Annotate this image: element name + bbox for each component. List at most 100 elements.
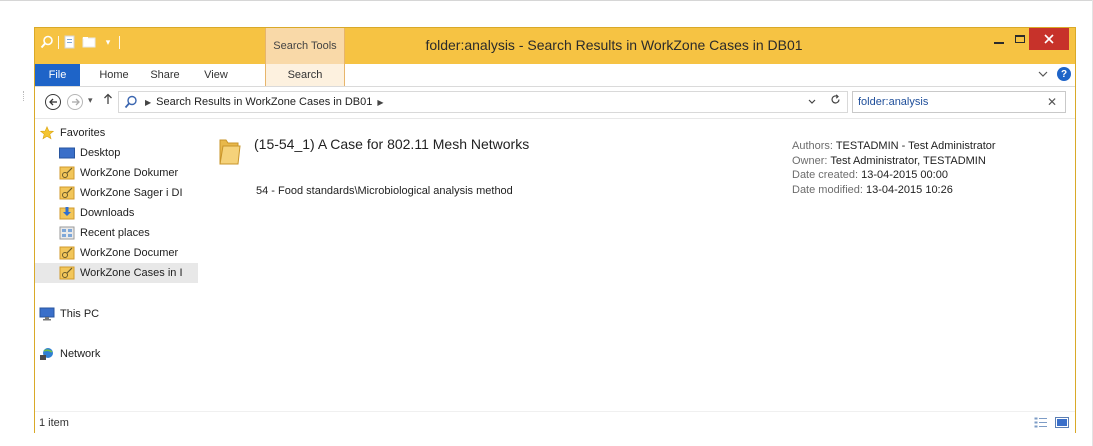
search-box[interactable]: ✕: [852, 91, 1066, 113]
sidebar-item-workzone-cases[interactable]: WorkZone Cases in I: [35, 263, 198, 283]
sidebar-item-downloads[interactable]: Downloads: [59, 203, 210, 223]
navigation-pane[interactable]: Favorites Desktop WorkZone Dokumer WorkZ…: [35, 119, 200, 411]
address-bar[interactable]: ▶ Search Results in WorkZone Cases in DB…: [118, 91, 848, 113]
result-path: 54 - Food standards\Microbiological anal…: [256, 185, 513, 197]
quick-access-toolbar: ▾: [39, 34, 120, 50]
qat-separator: [58, 35, 59, 49]
close-button[interactable]: [1029, 28, 1069, 50]
refresh-icon[interactable]: [830, 94, 841, 108]
date-created-value: 13-04-2015 00:00: [861, 169, 948, 181]
result-title[interactable]: (15-54_1) A Case for 802.11 Mesh Network…: [254, 136, 529, 152]
expand-ribbon-chevron-icon[interactable]: [1037, 67, 1049, 81]
screenshot-canvas: ▾ Search Tools folder:analysis - Search …: [0, 0, 1093, 446]
ribbon-tab-bar: File Home Share View Search ?: [35, 64, 1075, 87]
title-bar[interactable]: ▾ Search Tools folder:analysis - Search …: [35, 28, 1075, 64]
tab-home[interactable]: Home: [91, 64, 137, 86]
favorites-star-icon: [39, 125, 55, 141]
frame-border-top: [0, 0, 1093, 1]
sidebar-item-label: WorkZone Dokumer: [80, 167, 179, 179]
back-arrow-icon: [48, 98, 57, 106]
details-view-icon[interactable]: [1034, 416, 1048, 428]
search-results-icon: [122, 93, 140, 111]
minimize-icon: [994, 42, 1004, 44]
owner-value: Test Administrator, TESTADMIN: [830, 154, 986, 167]
customize-qat-icon[interactable]: ▾: [100, 34, 116, 50]
search-quick-icon[interactable]: [39, 34, 55, 50]
tab-view[interactable]: View: [195, 64, 237, 86]
qat-separator: [119, 35, 120, 49]
close-icon: [1044, 34, 1054, 44]
breadcrumb[interactable]: Search Results in WorkZone Cases in DB01: [156, 96, 372, 108]
workzone-icon: [59, 165, 75, 181]
up-button[interactable]: [103, 93, 113, 108]
downloads-icon: [59, 205, 75, 221]
search-tools-context-header: Search Tools: [265, 28, 345, 64]
forward-button[interactable]: [67, 94, 83, 110]
new-folder-icon[interactable]: [81, 34, 97, 50]
large-icons-view-icon[interactable]: [1055, 416, 1069, 428]
content-area: Favorites Desktop WorkZone Dokumer WorkZ…: [35, 119, 1075, 411]
favorites-label: Favorites: [60, 127, 106, 139]
list-item[interactable]: (15-54_1) A Case for 802.11 Mesh Network…: [214, 129, 1054, 209]
folder-icon: [218, 137, 242, 165]
result-metadata: Authors: TESTADMIN - Test Administrator …: [792, 139, 996, 197]
sidebar-item-workzone-sager[interactable]: WorkZone Sager i DI: [59, 183, 210, 203]
explorer-window: ▾ Search Tools folder:analysis - Search …: [34, 27, 1076, 434]
network-icon: [39, 346, 55, 362]
tab-file[interactable]: File: [35, 64, 80, 86]
sidebar-item-label: WorkZone Cases in I: [80, 267, 183, 279]
recent-locations-chevron-icon[interactable]: ▾: [88, 95, 93, 106]
sidebar-item-label: Network: [60, 348, 101, 360]
sidebar-item-workzone-dokumenter[interactable]: WorkZone Dokumer: [59, 163, 210, 183]
breadcrumb-chevron-icon[interactable]: ▶: [377, 98, 383, 107]
date-created-label: Date created:: [792, 169, 859, 181]
resize-guide: [23, 91, 25, 101]
view-switcher: [1034, 416, 1069, 428]
owner-label: Owner:: [792, 154, 828, 167]
workzone-icon: [59, 185, 75, 201]
sidebar-item-workzone-documents[interactable]: WorkZone Documer: [59, 243, 210, 263]
tab-share[interactable]: Share: [141, 64, 189, 86]
forward-arrow-icon: [71, 98, 80, 106]
desktop-icon: [59, 145, 75, 161]
date-created-row: Date created: 13-04-2015 00:00: [792, 168, 996, 183]
sidebar-item-this-pc[interactable]: This PC: [39, 304, 99, 324]
sidebar-item-network[interactable]: Network: [39, 344, 100, 364]
date-modified-row: Date modified: 13-04-2015 10:26: [792, 183, 996, 198]
help-icon[interactable]: ?: [1057, 67, 1071, 81]
owner-row: Owner: Test Administrator, TESTADMIN: [792, 154, 996, 169]
date-modified-label: Date modified:: [792, 183, 863, 196]
sidebar-item-recent-places[interactable]: Recent places: [59, 223, 210, 243]
address-history-chevron-icon[interactable]: [808, 95, 816, 107]
status-bar: 1 item: [35, 411, 1075, 434]
back-button[interactable]: [45, 94, 61, 110]
sidebar-item-desktop[interactable]: Desktop: [59, 143, 210, 163]
sidebar-item-label: WorkZone Documer: [80, 247, 179, 259]
breadcrumb-chevron-icon[interactable]: ▶: [145, 98, 151, 107]
properties-icon[interactable]: [62, 34, 78, 50]
search-input[interactable]: [858, 96, 1038, 108]
authors-value: TESTADMIN - Test Administrator: [835, 140, 996, 152]
item-count: 1 item: [39, 417, 69, 429]
workzone-icon: [59, 265, 75, 281]
sidebar-item-label: WorkZone Sager i DI: [80, 187, 183, 199]
minimize-button[interactable]: [986, 28, 1012, 50]
this-pc-icon: [39, 306, 55, 322]
recent-places-icon: [59, 225, 75, 241]
maximize-button[interactable]: [1012, 28, 1028, 50]
ribbon-controls: ?: [1037, 67, 1071, 81]
sidebar-item-label: Recent places: [80, 227, 150, 239]
sidebar-item-label: Downloads: [80, 207, 135, 219]
sidebar-item-label: This PC: [60, 308, 100, 320]
navigation-bar: ▾ ▶ Search Results in WorkZone Cases in …: [35, 87, 1075, 119]
authors-label: Authors:: [792, 140, 833, 152]
tab-search[interactable]: Search: [265, 64, 345, 86]
date-modified-value: 13-04-2015 10:26: [866, 183, 953, 196]
nav-favorites[interactable]: Favorites: [39, 123, 105, 143]
context-tab-group-label: Search Tools: [273, 40, 337, 52]
clear-search-icon[interactable]: ✕: [1047, 95, 1057, 109]
address-bar-controls: [808, 94, 841, 108]
maximize-icon: [1015, 35, 1025, 43]
sidebar-item-label: Desktop: [80, 147, 121, 159]
file-list: (15-54_1) A Case for 802.11 Mesh Network…: [200, 119, 1075, 411]
